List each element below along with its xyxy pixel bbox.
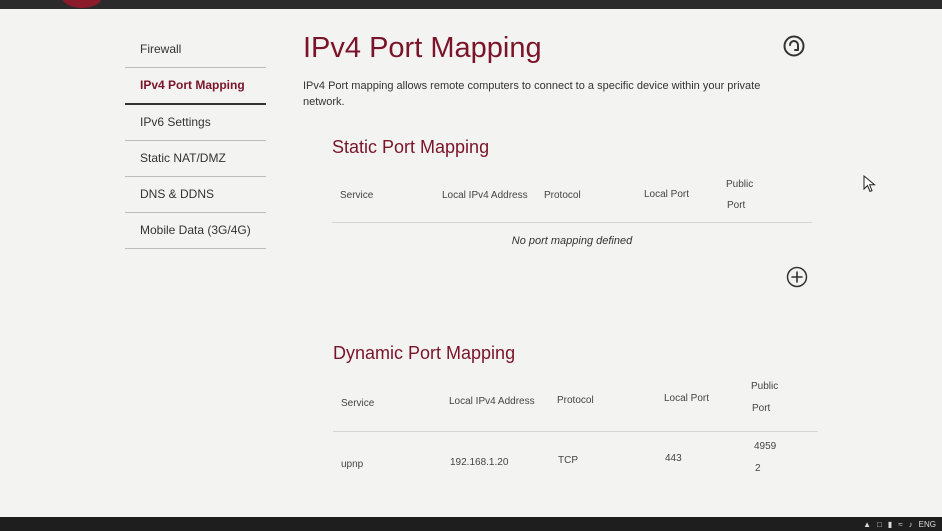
page-title: IPv4 Port Mapping (303, 32, 542, 64)
sidebar-item-ipv6-settings[interactable]: IPv6 Settings (125, 105, 266, 141)
header-divider (332, 222, 812, 223)
column-header-port: Port (727, 200, 746, 211)
column-header-protocol: Protocol (544, 190, 581, 201)
system-tray: ▲ □ ▮ ≈ ♪ ENG (863, 517, 936, 531)
cell-local-port: 443 (665, 453, 682, 464)
cell-service: upnp (341, 459, 364, 470)
top-bar (0, 0, 942, 9)
column-header-local-port: Local Port (664, 393, 710, 404)
cell-protocol: TCP (558, 455, 578, 466)
column-header-public: Public (751, 381, 779, 392)
cell-local-address: 192.168.1.20 (450, 457, 509, 468)
plus-circle-icon[interactable] (786, 266, 808, 288)
help-circle-icon[interactable] (783, 35, 805, 57)
dynamic-mapping-title: Dynamic Port Mapping (333, 343, 516, 363)
column-header-local-port: Local Port (644, 189, 690, 200)
sidebar-item-dns-ddns[interactable]: DNS & DDNS (125, 177, 266, 213)
sidebar-item-firewall[interactable]: Firewall (125, 32, 266, 68)
cell-public-port-line1: 4959 (754, 441, 777, 452)
sidebar: Firewall IPv4 Port Mapping IPv6 Settings… (125, 32, 266, 249)
sidebar-item-ipv4-port-mapping[interactable]: IPv4 Port Mapping (125, 68, 266, 105)
column-header-port: Port (752, 403, 771, 414)
page-description: IPv4 Port mapping allows remote computer… (303, 80, 761, 108)
battery-icon[interactable]: ▮ (888, 520, 892, 529)
static-mapping-title: Static Port Mapping (332, 137, 490, 157)
language-indicator[interactable]: ENG (919, 520, 936, 529)
cell-public-port-line2: 2 (755, 463, 761, 474)
taskbar: ▲ □ ▮ ≈ ♪ ENG (0, 517, 942, 531)
column-header-protocol: Protocol (557, 395, 594, 406)
empty-message: No port mapping defined (511, 235, 633, 247)
notification-icon[interactable]: □ (877, 520, 882, 529)
sidebar-item-static-nat-dmz[interactable]: Static NAT/DMZ (125, 141, 266, 177)
wifi-icon[interactable]: ≈ (898, 520, 902, 529)
column-header-local-ipv4-address: Local IPv4 Address (442, 190, 528, 201)
sidebar-item-mobile-data[interactable]: Mobile Data (3G/4G) (125, 213, 266, 249)
mouse-cursor-icon (863, 175, 876, 193)
volume-icon[interactable]: ♪ (909, 520, 913, 529)
column-header-public: Public (726, 179, 754, 190)
column-header-service: Service (341, 398, 375, 409)
column-header-service: Service (340, 190, 374, 201)
chevron-up-icon[interactable]: ▲ (863, 520, 871, 529)
column-header-local-ipv4-address: Local IPv4 Address (449, 396, 535, 407)
header-divider (333, 431, 818, 432)
